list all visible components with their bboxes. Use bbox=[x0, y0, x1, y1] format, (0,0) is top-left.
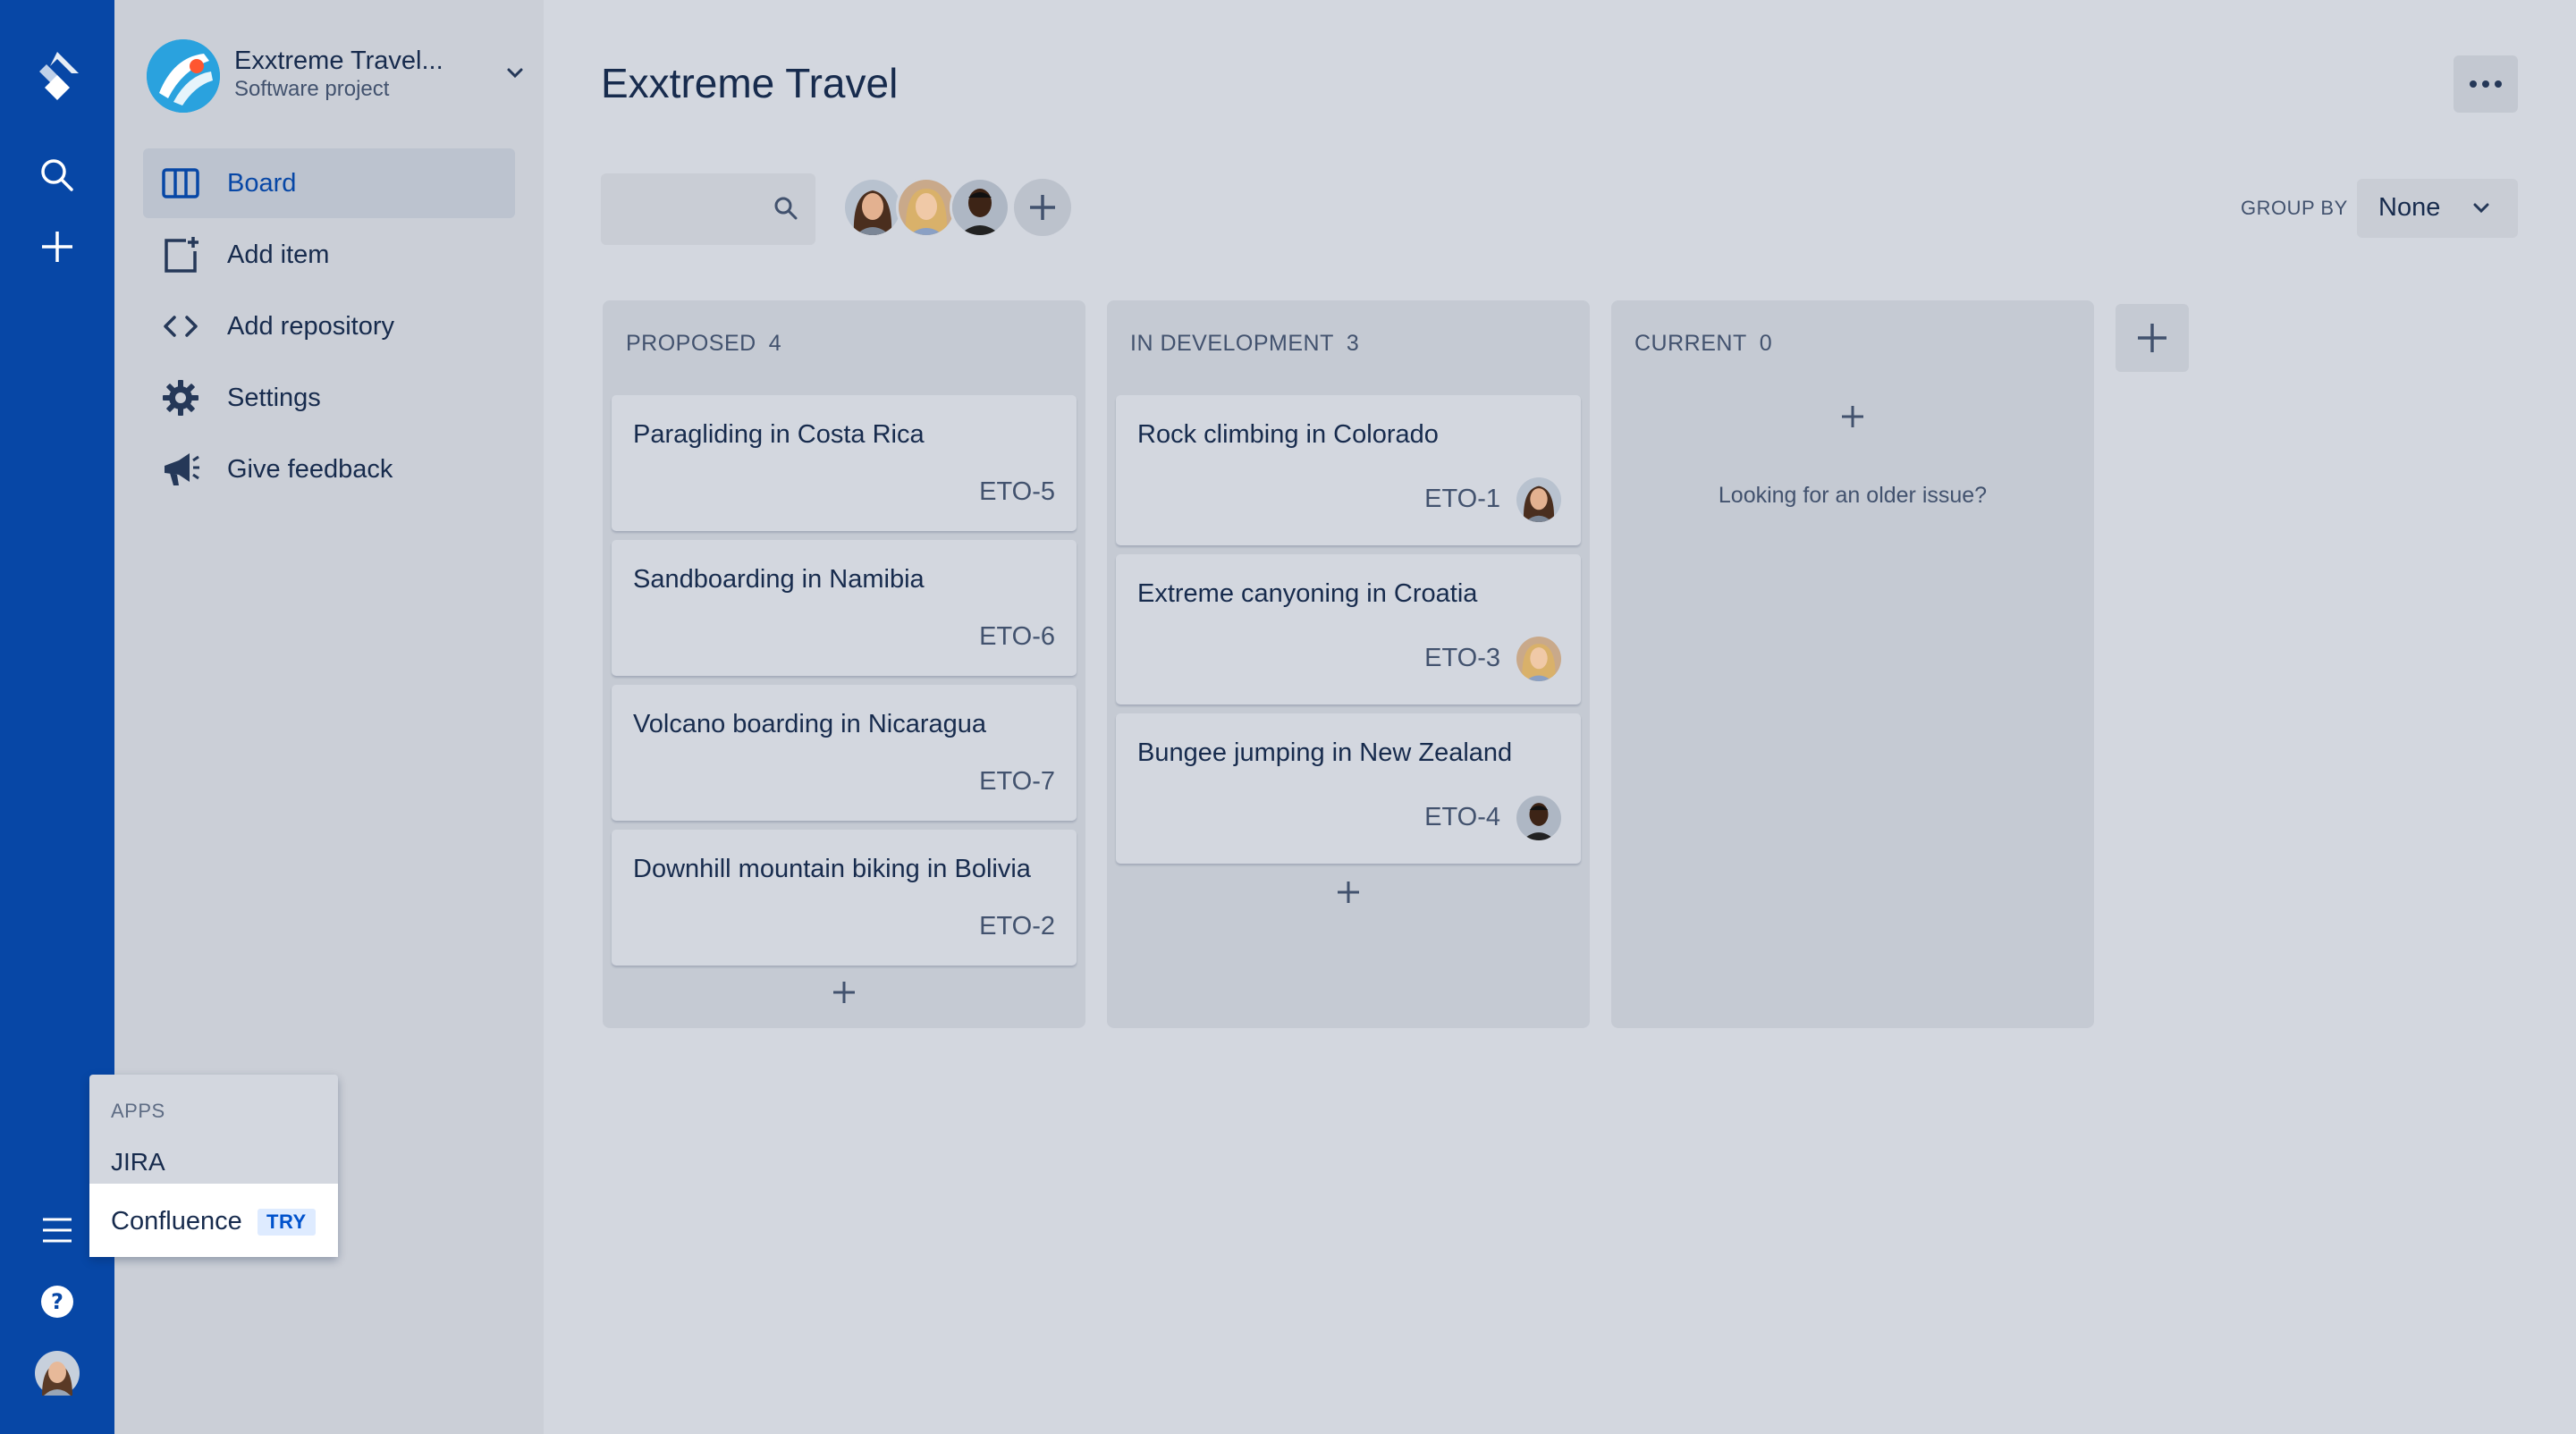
help-icon[interactable]: ? bbox=[29, 1273, 86, 1330]
search-icon bbox=[773, 195, 799, 226]
sidebar-item-give-feedback[interactable]: Give feedback bbox=[143, 434, 515, 504]
assignee-avatar bbox=[1516, 796, 1561, 840]
search-input[interactable] bbox=[601, 173, 815, 245]
assignee-avatar bbox=[1516, 637, 1561, 681]
add-card-button[interactable] bbox=[1334, 878, 1363, 907]
issue-title: Paragliding in Costa Rica bbox=[633, 420, 925, 449]
column-header: PROPOSED 4 bbox=[626, 331, 781, 357]
svg-text:?: ? bbox=[51, 1289, 63, 1314]
board-column-in-development: IN DEVELOPMENT 3 Rock climbing in Colorad… bbox=[1107, 300, 1590, 1028]
column-count: 3 bbox=[1346, 331, 1360, 356]
board-main: Exxtreme Travel GROUP BY None PROPOSED 4 bbox=[544, 0, 2576, 1434]
issue-card[interactable]: Rock climbing in Colorado ETO-1 bbox=[1116, 395, 1581, 545]
issue-key: ETO-2 bbox=[979, 912, 1055, 941]
issue-title: Sandboarding in Namibia bbox=[633, 565, 925, 594]
sidebar-item-settings[interactable]: Settings bbox=[143, 363, 515, 433]
search-icon[interactable] bbox=[29, 147, 86, 204]
ellipsis-icon bbox=[2470, 80, 2502, 88]
avatar-woman-blonde[interactable] bbox=[896, 177, 957, 238]
apps-menu-heading: APPS bbox=[111, 1100, 165, 1122]
add-column-button[interactable] bbox=[2116, 304, 2189, 372]
plus-icon bbox=[1338, 881, 1359, 903]
issue-key: ETO-3 bbox=[1424, 644, 1500, 672]
issue-key: ETO-6 bbox=[979, 622, 1055, 651]
apps-menu-item-label: Confluence bbox=[111, 1207, 242, 1236]
project-type: Software project bbox=[234, 77, 390, 101]
chevron-down-icon[interactable] bbox=[504, 63, 526, 89]
sidebar-item-label: Settings bbox=[227, 383, 321, 412]
board-icon bbox=[157, 160, 204, 207]
column-header: CURRENT 0 bbox=[1634, 331, 1772, 357]
issue-key: ETO-1 bbox=[1424, 485, 1500, 513]
avatar-man[interactable] bbox=[950, 177, 1010, 238]
add-item-icon bbox=[157, 232, 204, 278]
issue-card[interactable]: Paragliding in Costa Rica ETO-5 bbox=[612, 395, 1077, 531]
issue-key: ETO-7 bbox=[979, 767, 1055, 796]
group-by-select[interactable]: None bbox=[2357, 179, 2518, 238]
issue-title: Bungee jumping in New Zealand bbox=[1137, 738, 1513, 767]
older-issue-link[interactable]: Looking for an older issue? bbox=[1611, 483, 2094, 509]
column-name: IN DEVELOPMENT bbox=[1130, 331, 1334, 356]
apps-menu-item-jira[interactable]: JIRA bbox=[111, 1148, 165, 1177]
jira-logo-icon[interactable] bbox=[29, 46, 86, 104]
menu-icon[interactable] bbox=[29, 1202, 86, 1259]
plus-icon bbox=[2138, 324, 2166, 352]
apps-menu-item-confluence[interactable]: Confluence TRY bbox=[89, 1184, 338, 1257]
sidebar-item-add-repository[interactable]: Add repository bbox=[143, 291, 515, 361]
apps-menu: APPS JIRA Confluence TRY bbox=[89, 1075, 338, 1257]
sidebar-item-label: Board bbox=[227, 168, 297, 198]
sidebar-item-label: Give feedback bbox=[227, 454, 393, 484]
column-count: 4 bbox=[768, 331, 782, 356]
chevron-down-icon bbox=[2471, 198, 2491, 223]
board-column-proposed: PROPOSED 4 Paragliding in Costa Rica ETO-… bbox=[603, 300, 1085, 1028]
user-avatar[interactable] bbox=[29, 1345, 86, 1402]
sidebar-item-board[interactable]: Board bbox=[143, 148, 515, 218]
project-avatar bbox=[147, 39, 220, 113]
column-name: PROPOSED bbox=[626, 331, 756, 356]
issue-card[interactable]: Downhill mountain biking in Bolivia ETO-… bbox=[612, 830, 1077, 966]
group-by-label: GROUP BY bbox=[2241, 197, 2348, 219]
project-switcher[interactable]: Exxtreme Travel... Software project bbox=[147, 36, 523, 116]
plus-icon bbox=[1842, 406, 1863, 427]
add-people-button[interactable] bbox=[1014, 179, 1071, 236]
issue-card[interactable]: Sandboarding in Namibia ETO-6 bbox=[612, 540, 1077, 676]
add-card-button[interactable] bbox=[830, 978, 858, 1007]
issue-title: Extreme canyoning in Croatia bbox=[1137, 579, 1478, 608]
issue-title: Downhill mountain biking in Bolivia bbox=[633, 855, 1031, 883]
create-plus-icon[interactable] bbox=[29, 218, 86, 275]
issue-card[interactable]: Extreme canyoning in Croatia ETO-3 bbox=[1116, 554, 1581, 704]
board-column-current: CURRENT 0 Looking for an older issue? bbox=[1611, 300, 2094, 1028]
try-badge: TRY bbox=[258, 1209, 316, 1236]
megaphone-icon bbox=[157, 446, 204, 493]
issue-title: Volcano boarding in Nicaragua bbox=[633, 710, 986, 738]
avatar-woman-dark-hair[interactable] bbox=[842, 177, 903, 238]
plus-icon bbox=[833, 982, 855, 1003]
issue-title: Rock climbing in Colorado bbox=[1137, 420, 1439, 449]
sidebar-item-add-item[interactable]: Add item bbox=[143, 220, 515, 290]
code-icon bbox=[157, 303, 204, 350]
issue-key: ETO-5 bbox=[979, 477, 1055, 506]
page-title: Exxtreme Travel bbox=[601, 60, 899, 106]
column-header: IN DEVELOPMENT 3 bbox=[1130, 331, 1359, 357]
more-actions-button[interactable] bbox=[2454, 55, 2518, 113]
assignee-avatar bbox=[1516, 477, 1561, 522]
column-name: CURRENT bbox=[1634, 331, 1747, 356]
sidebar-item-label: Add repository bbox=[227, 311, 394, 341]
project-name: Exxtreme Travel... bbox=[234, 46, 443, 75]
issue-card[interactable]: Volcano boarding in Nicaragua ETO-7 bbox=[612, 685, 1077, 821]
column-count: 0 bbox=[1759, 331, 1773, 356]
add-card-button[interactable] bbox=[1838, 402, 1867, 431]
sidebar-item-label: Add item bbox=[227, 240, 330, 269]
issue-key: ETO-4 bbox=[1424, 803, 1500, 831]
group-by-value: None bbox=[2378, 193, 2441, 222]
issue-card[interactable]: Bungee jumping in New Zealand ETO-4 bbox=[1116, 713, 1581, 864]
plus-icon bbox=[1030, 195, 1055, 220]
gear-icon bbox=[157, 375, 204, 421]
